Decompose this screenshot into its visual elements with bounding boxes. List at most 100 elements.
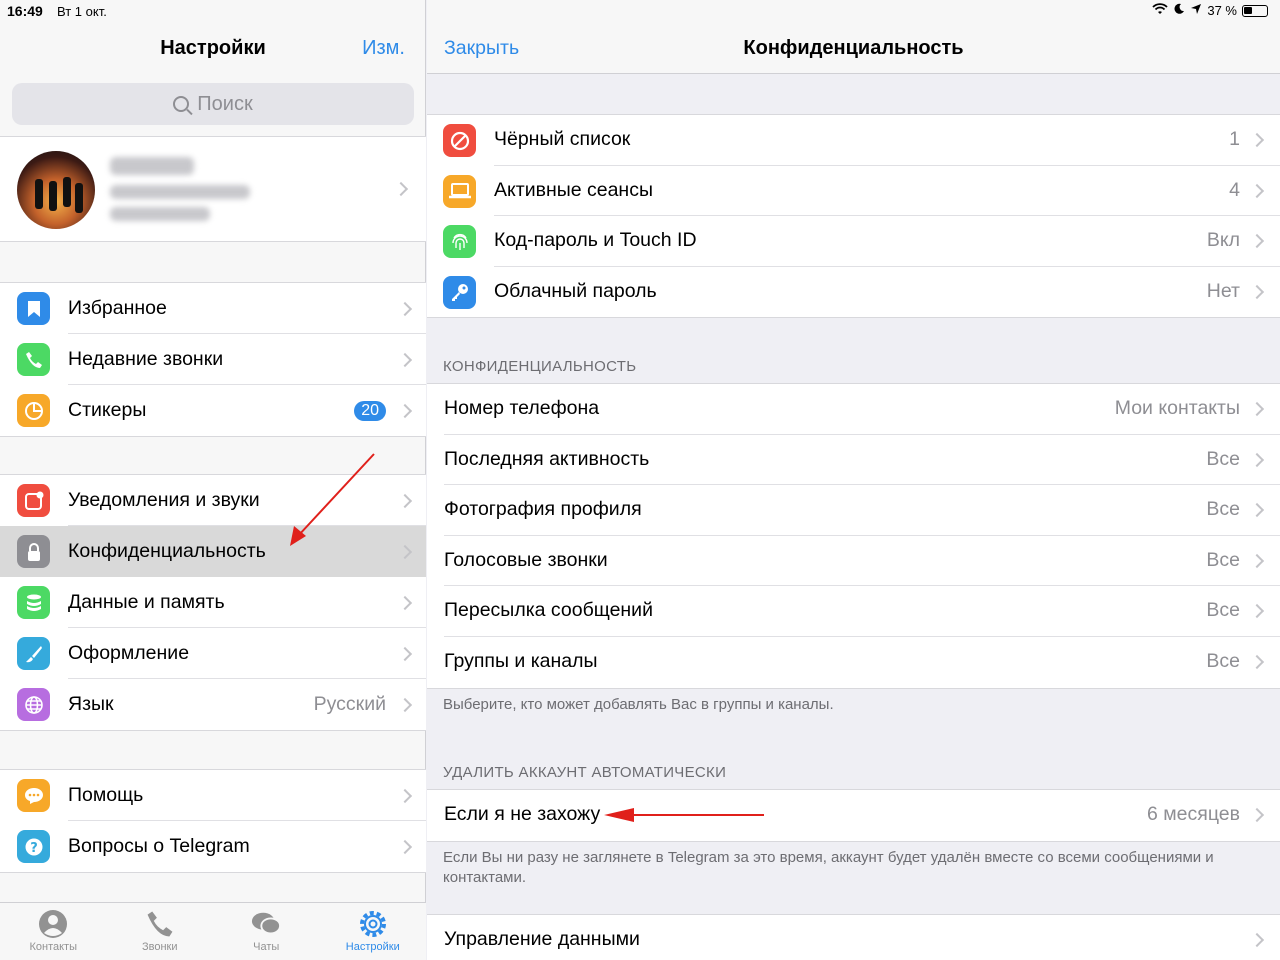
account-self-destruct-row[interactable]: Если я не захожу 6 месяцев xyxy=(427,790,1280,841)
chevron-right-icon xyxy=(397,788,413,803)
last-seen-row[interactable]: Последняя активность Все xyxy=(427,435,1280,486)
tab-settings[interactable]: Настройки xyxy=(320,903,427,960)
profile-phone-blurred xyxy=(110,185,250,199)
settings-item-label: Конфиденциальность xyxy=(68,540,266,562)
tab-contacts[interactable]: Контакты xyxy=(0,903,107,960)
settings-item-stickers[interactable]: Стикеры 20 xyxy=(0,385,426,436)
settings-group-help: Помощь ? Вопросы о Telegram xyxy=(0,769,426,873)
tab-label: Настройки xyxy=(345,941,400,953)
row-value: 4 xyxy=(1229,178,1240,201)
row-value: Мои контакты xyxy=(1114,397,1240,419)
chats-icon xyxy=(251,909,282,939)
edit-button[interactable]: Изм. xyxy=(362,37,405,60)
row-value: Все xyxy=(1206,498,1240,521)
active-sessions-row[interactable]: Активные сеансы 4 xyxy=(427,166,1280,217)
chevron-right-icon xyxy=(393,181,409,197)
laptop-icon xyxy=(443,174,476,208)
blocked-users-row[interactable]: Чёрный список 1 xyxy=(427,115,1280,166)
voice-calls-row[interactable]: Голосовые звонки Все xyxy=(427,536,1280,587)
close-button[interactable]: Закрыть xyxy=(444,37,519,60)
profile-photo-row[interactable]: Фотография профиля Все xyxy=(427,485,1280,536)
chevron-right-icon xyxy=(1249,932,1265,948)
settings-item-label: Стикеры xyxy=(68,399,147,421)
tab-label: Контакты xyxy=(29,941,77,953)
chevron-right-icon xyxy=(1249,604,1265,619)
block-icon xyxy=(443,124,476,157)
settings-item-label: Вопросы о Telegram xyxy=(68,835,250,857)
forwarded-messages-row[interactable]: Пересылка сообщений Все xyxy=(427,586,1280,637)
language-value: Русский xyxy=(313,693,386,715)
delete-account-group: Если я не захожу 6 месяцев xyxy=(427,789,1280,842)
row-value: Все xyxy=(1206,447,1240,470)
settings-item-help[interactable]: Помощь xyxy=(0,770,426,821)
delete-account-header: УДАЛИТЬ АККАУНТ АВТОМАТИЧЕСКИ xyxy=(443,764,727,781)
profile-name-blurred xyxy=(110,157,194,175)
privacy-group: Номер телефона Мои контакты Последняя ак… xyxy=(427,383,1280,689)
row-label: Код-пароль и Touch ID xyxy=(494,229,697,252)
search-input[interactable]: Поиск xyxy=(12,83,414,125)
wifi-icon xyxy=(1152,3,1168,18)
profile-row[interactable] xyxy=(0,136,426,242)
data-settings-group: Управление данными xyxy=(427,914,1280,960)
settings-item-label: Оформление xyxy=(68,642,190,664)
row-label: Пересылка сообщений xyxy=(444,599,653,622)
svg-text:?: ? xyxy=(30,841,38,856)
brush-icon xyxy=(17,637,50,670)
avatar xyxy=(17,151,95,229)
settings-item-language[interactable]: Язык Русский xyxy=(0,679,426,730)
settings-item-appearance[interactable]: Оформление xyxy=(0,628,426,679)
settings-item-label: Язык xyxy=(68,693,114,715)
passcode-touchid-row[interactable]: Код-пароль и Touch ID Вкл xyxy=(427,216,1280,267)
row-value: 6 месяцев xyxy=(1147,803,1240,825)
row-label: Активные сеансы xyxy=(494,178,653,201)
settings-group-preferences: Уведомления и звуки Конфиденциальность Д… xyxy=(0,474,426,731)
settings-item-recent-calls[interactable]: Недавние звонки xyxy=(0,334,426,385)
status-date: Вт 1 окт. xyxy=(57,4,107,19)
delete-account-footnote: Если Вы ни разу не заглянете в Telegram … xyxy=(443,849,1214,886)
settings-item-label: Помощь xyxy=(68,784,144,806)
groups-channels-row[interactable]: Группы и каналы Все xyxy=(427,637,1280,688)
settings-gear-icon xyxy=(358,909,388,939)
chevron-right-icon xyxy=(397,352,413,367)
settings-item-label: Данные и память xyxy=(68,591,225,613)
row-label: Облачный пароль xyxy=(494,279,657,302)
chat-bubble-icon xyxy=(17,779,50,812)
cloud-password-row[interactable]: Облачный пароль Нет xyxy=(427,267,1280,318)
chevron-right-icon xyxy=(397,697,413,712)
row-value: Нет xyxy=(1206,279,1240,302)
row-label: Номер телефона xyxy=(444,397,600,419)
settings-item-faq[interactable]: ? Вопросы о Telegram xyxy=(0,821,426,872)
row-label: Голосовые звонки xyxy=(444,548,608,571)
battery-icon xyxy=(1242,4,1268,17)
moon-icon xyxy=(1173,3,1185,18)
chevron-right-icon xyxy=(1249,553,1265,568)
phone-number-row[interactable]: Номер телефона Мои контакты xyxy=(427,384,1280,435)
bookmark-icon xyxy=(17,292,50,325)
globe-icon xyxy=(17,688,50,721)
data-settings-row[interactable]: Управление данными xyxy=(427,915,1280,960)
row-value: Вкл xyxy=(1206,229,1240,252)
row-label: Фотография профиля xyxy=(444,498,642,521)
settings-item-data-storage[interactable]: Данные и память xyxy=(0,577,426,628)
chevron-right-icon xyxy=(1249,654,1265,670)
row-label: Группы и каналы xyxy=(444,649,598,672)
chevron-right-icon xyxy=(1249,183,1265,198)
row-label: Чёрный список xyxy=(494,128,631,150)
tab-calls[interactable]: Звонки xyxy=(107,903,214,960)
status-bar: 16:49 Вт 1 окт. 37 % xyxy=(0,0,1280,24)
phone-icon xyxy=(145,909,175,939)
settings-item-notifications[interactable]: Уведомления и звуки xyxy=(0,475,426,526)
tab-chats[interactable]: Чаты xyxy=(213,903,320,960)
privacy-section-header: КОНФИДЕНЦИАЛЬНОСТЬ xyxy=(443,358,637,375)
settings-item-privacy[interactable]: Конфиденциальность xyxy=(0,526,426,577)
chevron-right-icon xyxy=(397,493,413,508)
search-icon xyxy=(173,96,190,112)
settings-group-main: Избранное Недавние звонки Стикеры 20 xyxy=(0,282,426,437)
chevron-right-icon xyxy=(1249,234,1265,249)
settings-item-label: Недавние звонки xyxy=(68,348,224,370)
settings-item-saved[interactable]: Избранное xyxy=(0,283,426,334)
chevron-right-icon xyxy=(397,544,413,559)
row-label: Последняя активность xyxy=(444,447,650,470)
chevron-right-icon xyxy=(397,595,413,610)
row-value: Все xyxy=(1206,599,1240,622)
